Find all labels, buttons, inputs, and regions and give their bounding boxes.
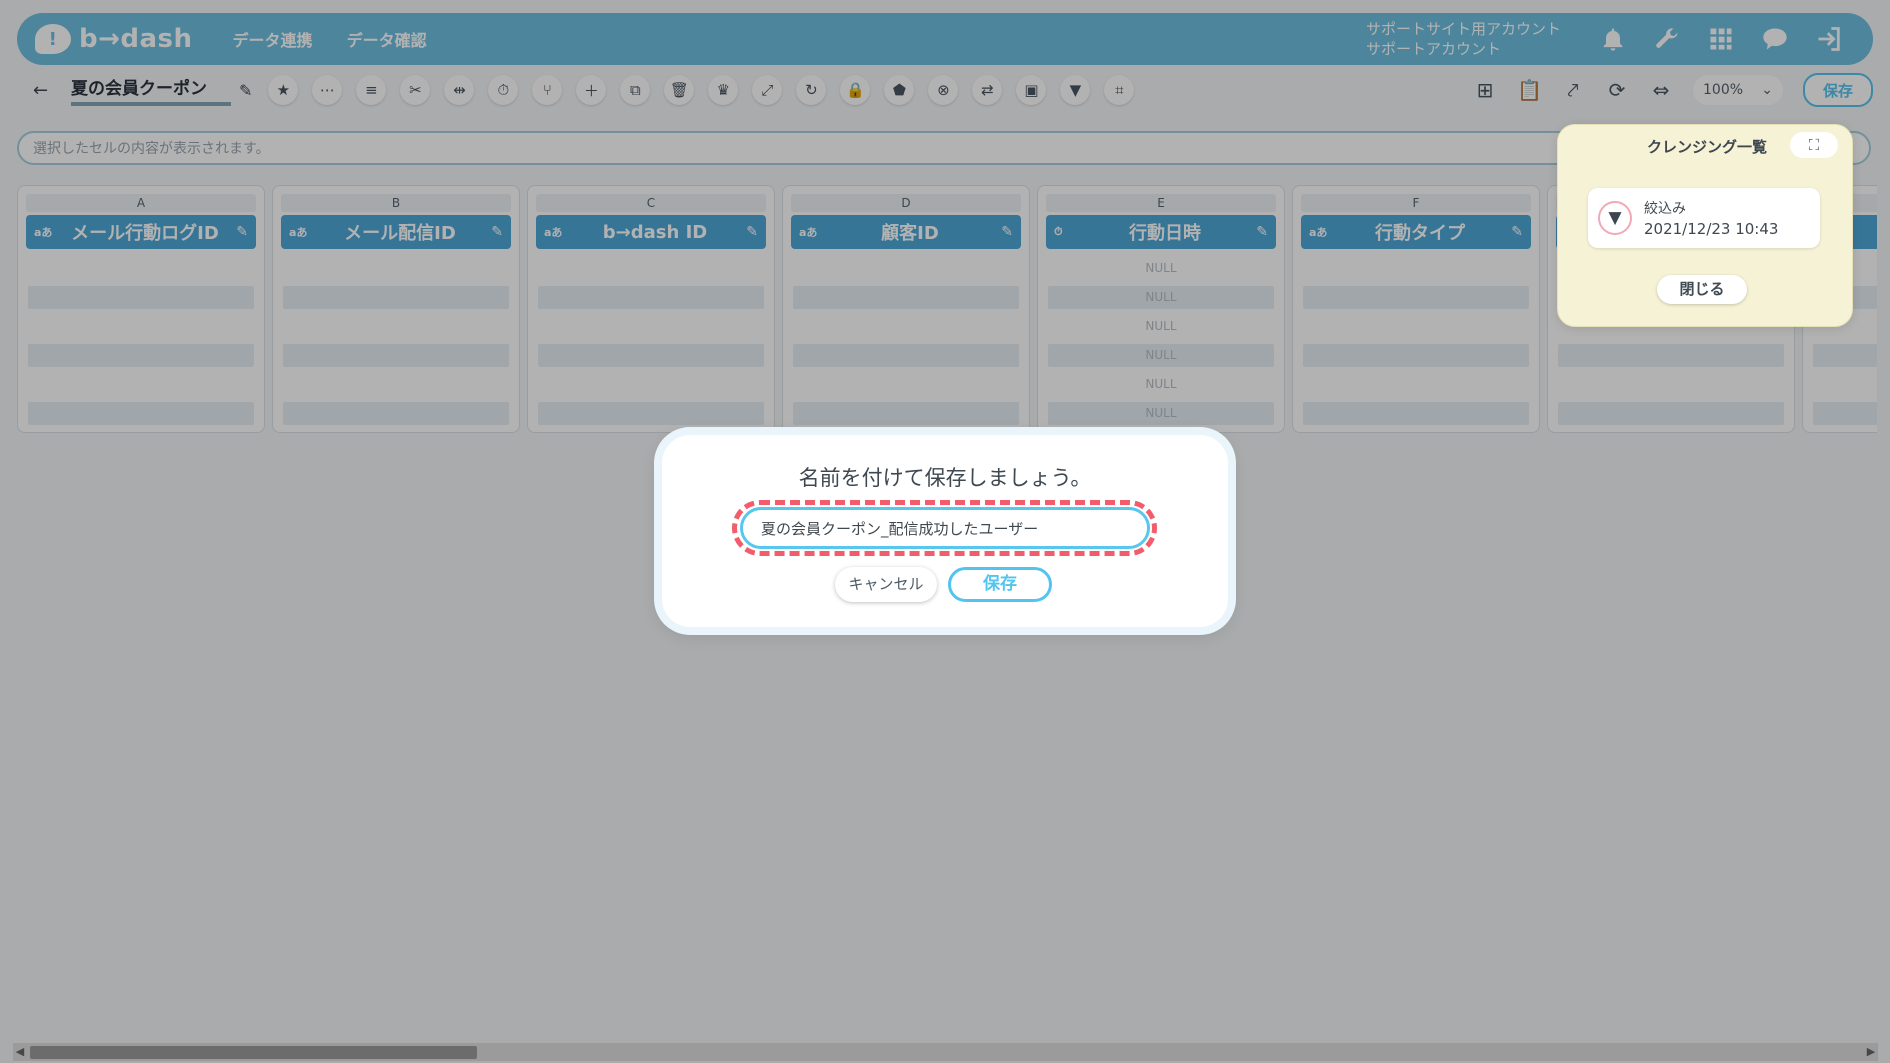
cancel-button[interactable]: キャンセル [835,567,937,602]
app-root: ! b→dash データ連携 データ確認 サポートサイト用アカウント サポートア… [0,0,1890,1063]
save-name-dialog: 名前を付けて保存しましょう。 キャンセル 保存 [662,435,1228,627]
save-name-input[interactable] [740,507,1150,549]
cleansing-item-date: 2021/12/23 10:43 [1644,220,1779,238]
dialog-save-button[interactable]: 保存 [948,567,1052,602]
fullscreen-icon[interactable]: ⛶ [1790,132,1838,158]
cleansing-item-name: 絞込み [1644,201,1686,217]
cleansing-item[interactable]: ▼ 絞込み 2021/12/23 10:43 [1588,188,1820,248]
close-panel-button[interactable]: 閉じる [1657,275,1747,304]
dialog-title: 名前を付けて保存しましょう。 [798,466,1092,490]
cleansing-list-panel: クレンジング一覧 ⛶ ▼ 絞込み 2021/12/23 10:43 閉じる [1557,124,1853,327]
filter-funnel-icon: ▼ [1598,201,1632,235]
cleansing-title: クレンジング一覧 [1647,138,1768,156]
